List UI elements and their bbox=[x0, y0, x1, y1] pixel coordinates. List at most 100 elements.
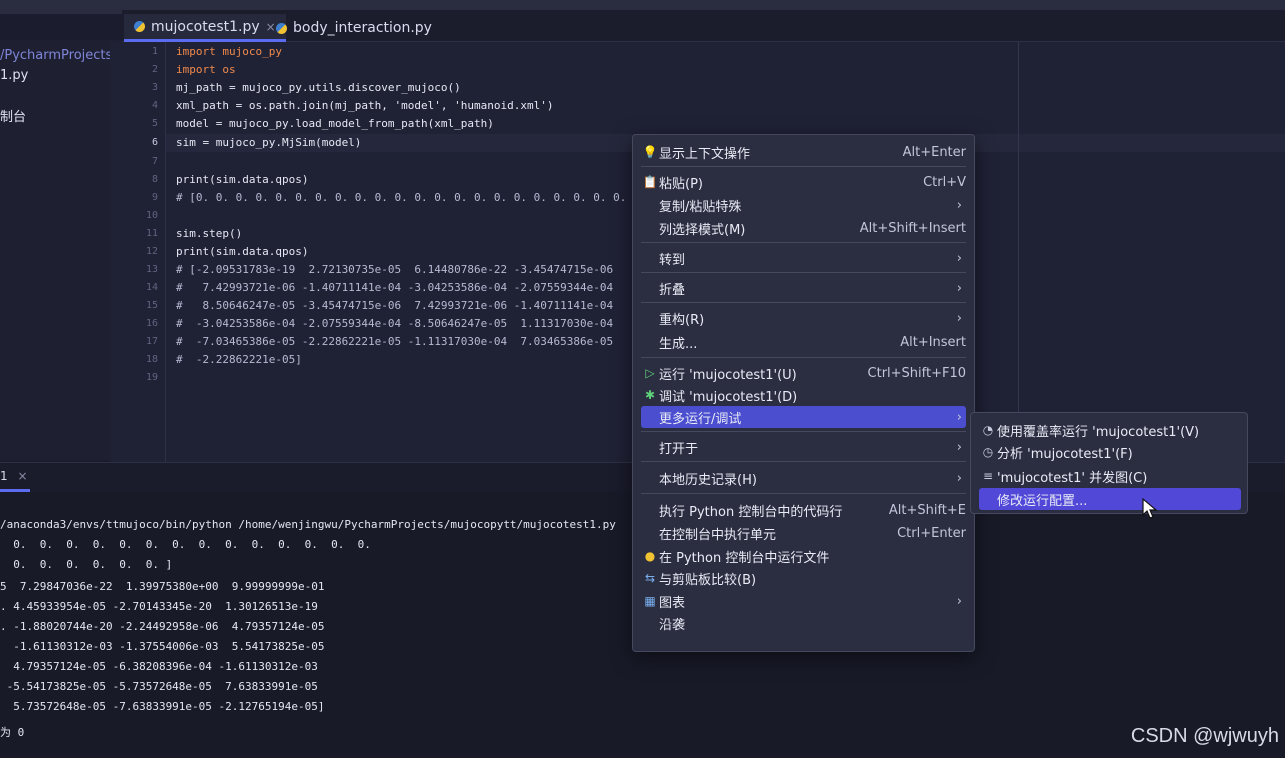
code-line[interactable]: # 7.42993721e-06 -1.40711141e-04 -3.0425… bbox=[176, 281, 613, 294]
submenu-item-modify-run-config[interactable]: 修改运行配置... bbox=[979, 488, 1241, 510]
run-tab-label: 1 bbox=[0, 469, 8, 483]
chevron-right-icon: › bbox=[956, 593, 962, 609]
code-line[interactable]: import os bbox=[176, 63, 236, 76]
submenu-item-concurrency-diagram[interactable]: ≡ 'mujocotest1' 并发图(C) bbox=[979, 465, 1241, 487]
console-line: . -1.88020744e-20 -2.24492958e-06 4.7935… bbox=[0, 620, 325, 633]
menu-item-label: 沿袭 bbox=[659, 617, 686, 633]
menu-item-label: 调试 'mujocotest1'(D) bbox=[659, 389, 798, 405]
mouse-cursor-icon bbox=[1142, 498, 1158, 519]
menu-item-run[interactable]: ▷ 运行 'mujocotest1'(U) Ctrl+Shift+F10 bbox=[641, 362, 966, 384]
code-line[interactable]: # -2.22862221e-05] bbox=[176, 353, 302, 366]
code-line-current[interactable]: sim = mujoco_py.MjSim(model) bbox=[176, 136, 361, 149]
chevron-right-icon: › bbox=[956, 280, 962, 296]
submenu-item-run-with-coverage[interactable]: ◔ 使用覆盖率运行 'mujocotest1'(V) bbox=[979, 419, 1241, 441]
menu-item-label: 'mujocotest1' 并发图(C) bbox=[997, 470, 1148, 486]
menu-item-label: 粘贴(P) bbox=[659, 176, 703, 192]
menu-item-label: 打开于 bbox=[659, 441, 699, 457]
code-line[interactable]: # [-2.09531783e-19 2.72130735e-05 6.1448… bbox=[176, 263, 613, 276]
bug-icon: ✱ bbox=[644, 388, 656, 402]
menu-item-folding[interactable]: 折叠 › bbox=[641, 277, 966, 299]
code-line[interactable]: model = mujoco_py.load_model_from_path(x… bbox=[176, 117, 494, 130]
run-icon: ▷ bbox=[645, 366, 655, 380]
menu-item-paste[interactable]: 📋 粘贴(P) Ctrl+V bbox=[641, 171, 966, 193]
more-run-debug-submenu: ◔ 使用覆盖率运行 'mujocotest1'(V) ◷ 分析 'mujocot… bbox=[970, 412, 1248, 514]
menu-item-more-run-debug[interactable]: 更多运行/调试 › bbox=[641, 406, 966, 428]
menu-item-shortcut: Alt+Shift+E bbox=[888, 502, 966, 518]
menu-item-refactor[interactable]: 重构(R) › bbox=[641, 307, 966, 329]
menu-item-label: 图表 bbox=[659, 595, 686, 611]
tab-mujocotest1[interactable]: mujocotest1.py × bbox=[124, 14, 286, 42]
menu-item-run-in-console[interactable]: ● 在 Python 控制台中运行文件 bbox=[641, 545, 966, 567]
menu-item-compare-clipboard[interactable]: ⇆ 与剪贴板比较(B) bbox=[641, 567, 966, 589]
tab-body-interaction[interactable]: body_interaction.py bbox=[266, 14, 442, 42]
menu-separator bbox=[641, 272, 966, 273]
line-number: 9 bbox=[151, 192, 158, 203]
menu-separator bbox=[641, 166, 966, 167]
code-line[interactable]: print(sim.data.qpos) bbox=[176, 245, 308, 258]
line-number: 4 bbox=[151, 100, 158, 111]
menu-item-execute-line-console[interactable]: 执行 Python 控制台中的代码行 Alt+Shift+E bbox=[641, 499, 966, 521]
line-number: 13 bbox=[145, 264, 158, 275]
close-icon[interactable]: × bbox=[17, 469, 27, 483]
menu-item-label: 修改运行配置... bbox=[997, 493, 1088, 509]
menu-item-diagrams[interactable]: ▦ 图表 › bbox=[641, 590, 966, 612]
code-line[interactable]: sim.step() bbox=[176, 227, 242, 240]
menu-item-local-history[interactable]: 本地历史记录(H) › bbox=[641, 467, 966, 489]
menu-item-label: 在控制台中执行单元 bbox=[659, 527, 777, 543]
menu-item-copy-paste-special[interactable]: 复制/粘贴特殊 › bbox=[641, 194, 966, 216]
menu-item-column-selection[interactable]: 列选择模式(M) Alt+Shift+Insert bbox=[641, 217, 966, 239]
console-line: 为 0 bbox=[0, 726, 25, 739]
line-number: 10 bbox=[145, 210, 158, 221]
code-line[interactable]: mj_path = mujoco_py.utils.discover_mujoc… bbox=[176, 81, 461, 94]
menu-item-label: 在 Python 控制台中运行文件 bbox=[659, 550, 830, 566]
menu-item-shortcut: Ctrl+Enter bbox=[897, 525, 966, 541]
submenu-item-profile[interactable]: ◷ 分析 'mujocotest1'(F) bbox=[979, 441, 1241, 463]
line-number: 12 bbox=[145, 246, 158, 257]
code-line[interactable]: # [0. 0. 0. 0. 0. 0. 0. 0. 0. 0. 0. 0. 0… bbox=[176, 191, 673, 204]
menu-item-open-in[interactable]: 打开于 › bbox=[641, 436, 966, 458]
menu-item-debug[interactable]: ✱ 调试 'mujocotest1'(D) bbox=[641, 384, 966, 406]
menu-item-lineage[interactable]: 沿袭 bbox=[641, 612, 966, 634]
code-line[interactable]: print(sim.data.qpos) bbox=[176, 173, 308, 186]
editor-tab-bar: mujocotest1.py × body_interaction.py bbox=[122, 10, 1285, 42]
chevron-right-icon: › bbox=[956, 409, 962, 425]
code-line[interactable]: xml_path = os.path.join(mj_path, 'model'… bbox=[176, 99, 554, 112]
run-tab[interactable]: 1 × bbox=[0, 469, 28, 483]
line-number: 18 bbox=[145, 354, 158, 365]
menu-item-label: 显示上下文操作 bbox=[659, 146, 751, 162]
menu-item-goto[interactable]: 转到 › bbox=[641, 247, 966, 269]
code-line[interactable]: # -3.04253586e-04 -2.07559344e-04 -8.506… bbox=[176, 317, 613, 330]
menu-item-generate[interactable]: 生成... Alt+Insert bbox=[641, 331, 966, 353]
concurrency-icon: ≡ bbox=[982, 469, 994, 483]
menu-item-label: 列选择模式(M) bbox=[659, 222, 746, 238]
lightbulb-icon: 💡 bbox=[642, 145, 658, 159]
console-line: -1.61130312e-03 -1.37554006e-03 5.541738… bbox=[0, 640, 325, 653]
code-line[interactable]: # -7.03465386e-05 -2.22862221e-05 -1.113… bbox=[176, 335, 613, 348]
editor-context-menu: 💡 显示上下文操作 Alt+Enter 📋 粘贴(P) Ctrl+V 复制/粘贴… bbox=[632, 134, 975, 652]
project-item[interactable]: 制台 bbox=[0, 106, 26, 125]
menu-item-shortcut: Ctrl+Shift+F10 bbox=[867, 365, 966, 381]
code-line[interactable]: # 8.50646247e-05 -3.45474715e-06 7.42993… bbox=[176, 299, 613, 312]
python-file-icon bbox=[276, 22, 287, 34]
line-number: 15 bbox=[145, 300, 158, 311]
menu-item-show-context-actions[interactable]: 💡 显示上下文操作 Alt+Enter bbox=[641, 141, 966, 163]
project-file[interactable]: 1.py bbox=[0, 68, 28, 83]
menu-item-execute-cell[interactable]: 在控制台中执行单元 Ctrl+Enter bbox=[641, 522, 966, 544]
menu-item-label: 执行 Python 控制台中的代码行 bbox=[659, 504, 843, 520]
line-number: 3 bbox=[151, 82, 158, 93]
console-line: /anaconda3/envs/ttmujoco/bin/python /hom… bbox=[0, 518, 616, 531]
project-panel: /PycharmProjects/mu 1.py 制台 bbox=[0, 40, 138, 494]
menu-separator bbox=[641, 461, 966, 462]
right-margin-guide bbox=[1018, 42, 1019, 462]
python-icon: ● bbox=[644, 549, 656, 563]
compare-icon: ⇆ bbox=[644, 571, 656, 585]
chevron-right-icon: › bbox=[956, 470, 962, 486]
python-file-icon bbox=[134, 21, 145, 32]
menu-item-label: 与剪贴板比较(B) bbox=[659, 572, 757, 588]
console-line: -5.54173825e-05 -5.73572648e-05 7.638339… bbox=[0, 680, 318, 693]
tab-label: mujocotest1.py bbox=[151, 18, 260, 35]
code-line[interactable]: import mujoco_py bbox=[176, 45, 282, 58]
profiler-icon: ◷ bbox=[982, 445, 994, 459]
chevron-right-icon: › bbox=[956, 439, 962, 455]
coverage-icon: ◔ bbox=[982, 423, 994, 437]
